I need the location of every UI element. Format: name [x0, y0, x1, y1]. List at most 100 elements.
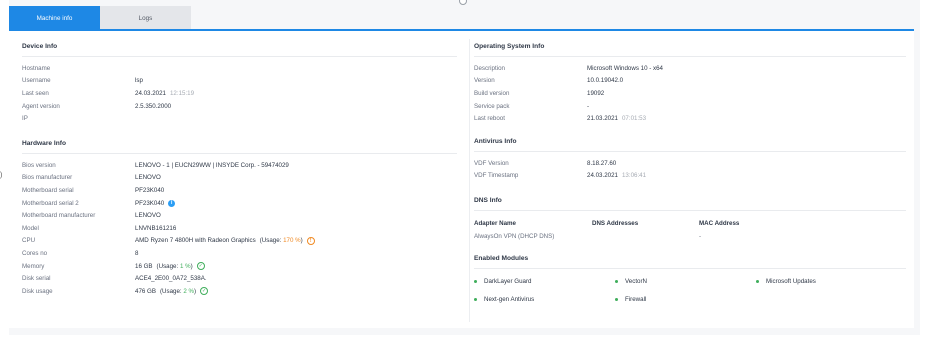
status-dot-icon: [474, 297, 477, 301]
field-value: 2.5.350.2000: [135, 102, 172, 110]
section-divider: [474, 56, 906, 57]
section-title: Hardware Info: [22, 140, 66, 147]
field-value: 21.03.2021: [587, 115, 618, 123]
field-label: Disk serial: [22, 275, 51, 283]
module-label: Firewall: [625, 295, 647, 303]
field-label: Bios version: [22, 161, 56, 169]
field-value-group: 21.03.2021 07:01:53: [587, 115, 646, 122]
field-value: ACE4_2E00_0A72_538A.: [135, 275, 207, 283]
field-value-group: LENOVO - 1 | EUCN29WW | INSYDE Corp. - 5…: [135, 162, 289, 169]
field-label: VDF Timestamp: [474, 172, 519, 180]
usage-suffix: ): [190, 262, 193, 270]
row-model: Model LNVNB161216: [22, 222, 457, 235]
enabled-modules-section: Enabled Modules DarkLayer Guard VectorN Mi…: [474, 255, 906, 305]
info-icon[interactable]: i: [168, 199, 176, 207]
field-value: LNVNB161216: [135, 224, 177, 232]
field-label: Last seen: [22, 89, 49, 97]
tab-logs[interactable]: Logs: [100, 6, 191, 30]
module-label: Next-gen Antivirus: [484, 295, 535, 303]
module-item-firewall: Firewall: [615, 293, 756, 305]
row-hostname: Hostname: [22, 62, 457, 75]
row-motherboard-manufacturer: Motherboard manufacturer LENOVO: [22, 209, 457, 222]
section-title: Operating System Info: [474, 43, 545, 50]
field-label: Motherboard serial: [22, 186, 74, 194]
row-build-version: Build version 19092: [474, 87, 906, 100]
usage-value: 1 %: [179, 262, 191, 270]
dns-header-adapter: Adapter Name: [474, 220, 516, 227]
dns-adapter-name: AlwaysOn VPN (DHCP DNS): [474, 233, 555, 240]
field-value-group: LNVNB161216: [135, 225, 176, 232]
check-icon: ✓: [196, 262, 205, 271]
section-title: Device Info: [22, 43, 58, 50]
table-row: AlwaysOn VPN (DHCP DNS) -: [474, 230, 906, 243]
field-label: Last reboot: [474, 115, 505, 123]
row-description: Description Microsoft Windows 10 - x64: [474, 62, 906, 75]
warning-icon: !: [306, 236, 315, 245]
field-value: AMD Ryzen 7 4800H with Radeon Graphics: [135, 237, 256, 245]
section-divider: [22, 153, 457, 154]
field-value: 19092: [587, 89, 605, 97]
section-divider: [22, 56, 457, 57]
field-value-group: LENOVO: [135, 212, 161, 219]
module-label: DarkLayer Guard: [484, 277, 532, 285]
field-value-group: 476 GB (Usage: 2 %) ✓: [135, 287, 209, 296]
row-ip: IP: [22, 112, 457, 125]
field-value-group: 2.5.350.2000: [135, 103, 171, 110]
field-label: Service pack: [474, 102, 510, 110]
row-memory: Memory 16 GB (Usage: 1 %) ✓: [22, 260, 457, 273]
usage-prefix: (Usage:: [159, 287, 184, 295]
row-version: Version 10.0.19042.0: [474, 75, 906, 88]
usage-text: (Usage: 2 %): [160, 288, 196, 295]
field-label: Motherboard manufacturer: [22, 212, 96, 220]
field-value: 10.0.19042.0: [587, 77, 624, 85]
field-value: -: [587, 102, 590, 110]
usage-suffix: ): [194, 287, 197, 295]
row-bios-version: Bios version LENOVO - 1 | EUCN29WW | INSY…: [22, 159, 457, 172]
field-label: IP: [22, 115, 28, 123]
row-motherboard-serial-2: Motherboard serial 2 PF23K040 i: [22, 197, 457, 210]
module-label: Microsoft Updates: [766, 277, 816, 285]
time-value: 07:01:53: [621, 115, 647, 123]
field-label: VDF Version: [474, 159, 509, 167]
usage-prefix: (Usage:: [259, 237, 284, 245]
field-value: 476 GB: [135, 287, 156, 295]
field-value: LENOVO - 1 | EUCN29WW | INSYDE Corp. - 5…: [135, 161, 289, 169]
field-label: Version: [474, 77, 495, 85]
usage-prefix: (Usage:: [156, 262, 180, 270]
field-value: PF23K040: [135, 186, 165, 194]
field-label: Disk usage: [22, 287, 53, 295]
field-label: Agent version: [22, 102, 60, 110]
row-cores-no: Cores no 8: [22, 247, 457, 260]
row-vdf-timestamp: VDF Timestamp 24.03.2021 13:06:41: [474, 170, 906, 183]
field-value-group: LENOVO: [135, 174, 161, 181]
section-divider: [474, 268, 906, 269]
field-value: PF23K040: [135, 199, 165, 207]
section-divider: [474, 210, 906, 211]
module-item-darklayer-guard: DarkLayer Guard: [474, 275, 615, 287]
section-divider: [474, 151, 906, 152]
status-dot-icon: [756, 279, 759, 283]
field-value-group: lsp: [135, 77, 143, 84]
field-label: CPU: [22, 237, 36, 245]
status-dot-icon: [615, 297, 618, 301]
field-label: Cores no: [22, 249, 48, 257]
field-value: lsp: [135, 77, 143, 85]
field-value: 8: [135, 249, 139, 257]
module-label: VectorN: [625, 277, 648, 285]
row-last-reboot: Last reboot 21.03.2021 07:01:53: [474, 112, 906, 125]
dns-info-section: DNS Info Adapter Name DNS Addresses MAC …: [474, 197, 906, 243]
field-value-group: AMD Ryzen 7 4800H with Radeon Graphics (U…: [135, 236, 315, 245]
row-service-pack: Service pack -: [474, 100, 906, 113]
section-title: Enabled Modules: [474, 255, 529, 262]
field-value-group: 8: [135, 250, 138, 257]
status-dot-icon: [474, 279, 477, 283]
field-value-group: 24.03.2021 12:15:19: [135, 90, 194, 97]
module-item-next-gen-antivirus: Next-gen Antivirus: [474, 293, 615, 305]
status-dot-icon: [615, 279, 618, 283]
tab-machine-info[interactable]: Machine info: [9, 6, 100, 30]
antivirus-info-section: Antivirus Info VDF Version 8.18.27.60 VDF …: [474, 138, 906, 182]
field-value-group: PF23K040: [135, 187, 164, 194]
section-title: DNS Info: [474, 197, 502, 204]
dns-header-mac: MAC Address: [699, 220, 740, 227]
row-bios-manufacturer: Bios manufacturer LENOVO: [22, 172, 457, 185]
